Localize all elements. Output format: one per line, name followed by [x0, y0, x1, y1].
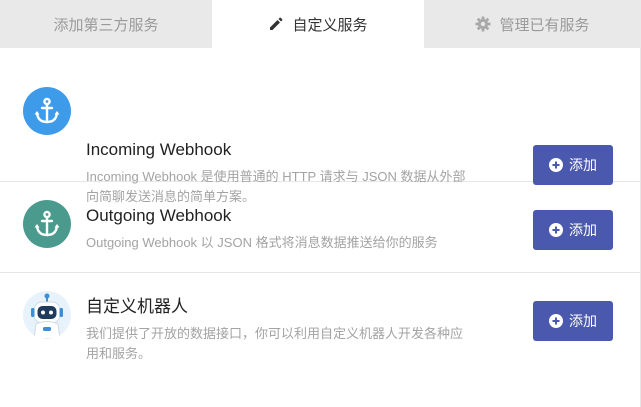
- plus-circle-icon: [549, 158, 563, 172]
- tab-label: 管理已有服务: [499, 16, 590, 34]
- anchor-icon: [23, 87, 71, 135]
- service-description: Outgoing Webhook 以 JSON 格式将消息数据推送给你的服务: [86, 235, 438, 250]
- add-outgoing-webhook-button[interactable]: 添加: [533, 210, 613, 250]
- robot-icon: [23, 291, 71, 339]
- plus-circle-icon: [549, 223, 563, 237]
- tab-bar: 添加第三方服务 自定义服务 管理已有服务: [0, 0, 641, 48]
- service-row-incoming-webhook: Incoming Webhook Incoming Webhook 是使用普通的…: [0, 48, 641, 204]
- tab-add-third-party[interactable]: 添加第三方服务: [0, 0, 212, 48]
- tab-label: 添加第三方服务: [53, 16, 159, 34]
- add-button-label: 添加: [569, 313, 597, 329]
- tab-custom-service[interactable]: 自定义服务: [212, 0, 424, 48]
- add-button-label: 添加: [569, 222, 597, 238]
- tab-label: 自定义服务: [292, 16, 368, 34]
- service-text: 自定义机器人 我们提供了开放的数据接口，你可以利用自定义机器人开发各种应用和服务…: [86, 297, 471, 364]
- service-title: Outgoing Webhook: [86, 206, 232, 225]
- service-title: Incoming Webhook: [86, 140, 232, 159]
- tab-manage-services[interactable]: 管理已有服务: [424, 0, 641, 48]
- add-button-label: 添加: [569, 157, 597, 173]
- gear-icon: [475, 16, 491, 32]
- service-title: 自定义机器人: [86, 297, 188, 316]
- plus-circle-icon: [549, 314, 563, 328]
- service-row-custom-robot: 自定义机器人 我们提供了开放的数据接口，你可以利用自定义机器人开发各种应用和服务…: [0, 273, 641, 390]
- service-row-outgoing-webhook: Outgoing Webhook Outgoing Webhook 以 JSON…: [0, 182, 641, 273]
- service-description: 我们提供了开放的数据接口，你可以利用自定义机器人开发各种应用和服务。: [86, 326, 464, 361]
- service-text: Outgoing Webhook Outgoing Webhook 以 JSON…: [86, 206, 471, 253]
- pencil-icon: [268, 16, 284, 32]
- service-list: Incoming Webhook Incoming Webhook 是使用普通的…: [0, 48, 641, 390]
- anchor-icon: [23, 200, 71, 248]
- add-custom-robot-button[interactable]: 添加: [533, 301, 613, 341]
- add-incoming-webhook-button[interactable]: 添加: [533, 145, 613, 185]
